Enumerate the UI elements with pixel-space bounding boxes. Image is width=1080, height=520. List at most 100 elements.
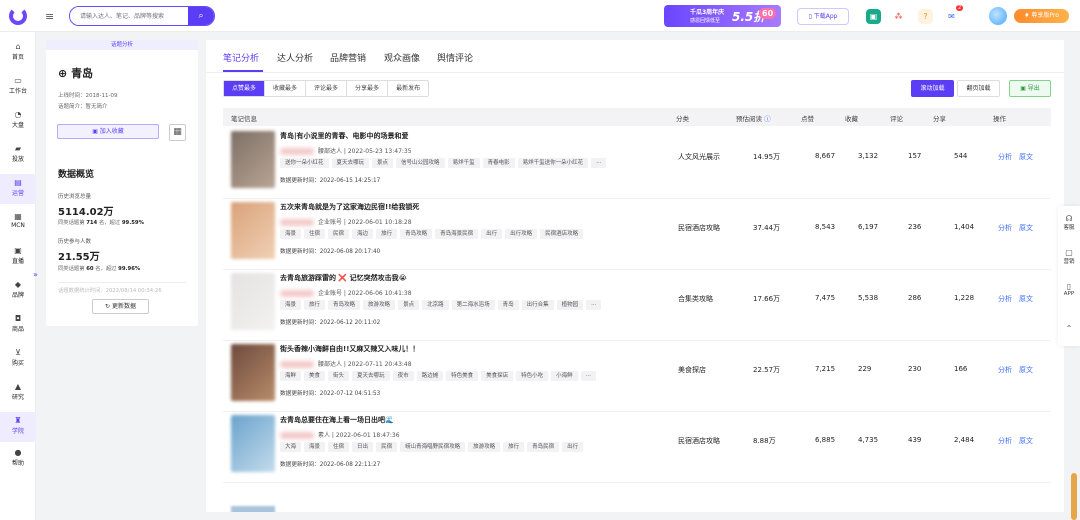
table-row[interactable]: 五次来青岛就是为了这家海边民宿!!给我锁死 企业账号 | 2022-06-01 … <box>223 199 1051 270</box>
note-tag[interactable]: 青岛民宿 <box>527 442 560 452</box>
note-tag[interactable]: 海景 <box>280 229 302 239</box>
note-tag[interactable]: 出行 <box>562 442 584 452</box>
back-to-top-button[interactable]: ⌃ <box>1058 324 1080 333</box>
note-thumbnail[interactable] <box>231 344 275 401</box>
update-data-button[interactable]: ↻ 更新数据 <box>92 299 149 314</box>
note-tag[interactable]: 小海鲜 <box>551 371 578 381</box>
help-icon[interactable]: ? <box>918 9 933 24</box>
tab-brand-marketing[interactable]: 品牌营销 <box>330 51 366 64</box>
apps-icon[interactable]: ⁂ <box>891 9 906 24</box>
note-title[interactable]: 青岛|有小说里的青春、电影中的场景和爱 <box>280 131 409 141</box>
sidebar-item-academy[interactable]: ♜ 学院 <box>0 412 36 442</box>
note-tag[interactable]: 送你一朵小红花 <box>280 158 329 168</box>
customer-service-button[interactable]: ☊ 客服 <box>1058 214 1080 231</box>
avatar[interactable] <box>989 7 1007 25</box>
tab-kol-analysis[interactable]: 达人分析 <box>277 51 313 64</box>
expand-sidebar-icon[interactable]: » <box>33 270 38 279</box>
scrollbar[interactable] <box>1071 473 1077 520</box>
note-tag[interactable]: 民宿 <box>376 442 398 452</box>
message-icon[interactable]: ✉ <box>944 9 959 24</box>
note-tag[interactable]: 信号山公园攻略 <box>396 158 445 168</box>
note-tag[interactable]: 景点 <box>372 158 394 168</box>
note-tag[interactable]: ··· <box>591 158 607 168</box>
note-tag[interactable]: 夜市 <box>392 371 414 381</box>
tab-comments[interactable]: 舆情评论 <box>437 51 473 64</box>
info-icon[interactable]: ⓘ <box>764 115 771 123</box>
analyze-link[interactable]: 分析 <box>998 223 1012 233</box>
sidebar-item-buy[interactable]: ⊻ 购买 <box>0 348 36 367</box>
table-row[interactable]: 街头香辣小海鲜自由!!又麻又辣又入味儿！！ 腰部达人 | 2022-07-11 … <box>223 341 1051 412</box>
note-tag[interactable]: 美食 <box>304 371 326 381</box>
sidebar-item-operation[interactable]: ▤ 运营 <box>0 174 36 204</box>
origin-link[interactable]: 原文 <box>1019 152 1033 162</box>
note-title[interactable]: 街头香辣小海鲜自由!!又麻又辣又入味儿！！ <box>280 344 419 354</box>
analyze-link[interactable]: 分析 <box>998 294 1012 304</box>
search-input[interactable] <box>70 7 188 25</box>
sidebar-item-launch[interactable]: ▰ 投放 <box>0 144 36 163</box>
tab-note-analysis[interactable]: 笔记分析 <box>223 51 259 64</box>
note-tag[interactable]: 崂山青海唱野民宿攻略 <box>400 442 466 452</box>
sidebar-item-help[interactable]: ● 帮助 <box>0 448 36 467</box>
sort-comments[interactable]: 评论最多 <box>306 81 348 96</box>
note-tag[interactable]: 旅行 <box>376 229 398 239</box>
note-tag[interactable]: 住宿 <box>304 229 326 239</box>
export-button[interactable]: ▣ 导出 <box>1009 80 1051 97</box>
note-tag[interactable]: 夏天去哪玩 <box>352 371 390 381</box>
sort-latest[interactable]: 最新发布 <box>388 81 428 96</box>
origin-link[interactable]: 原文 <box>1019 436 1033 446</box>
note-tag[interactable]: ··· <box>580 371 596 381</box>
note-tag[interactable]: 北京路 <box>422 300 449 310</box>
store-icon[interactable]: ▣ <box>866 9 881 24</box>
sidebar-item-mcn[interactable]: ▦ MCN <box>0 212 36 229</box>
origin-link[interactable]: 原文 <box>1019 223 1033 233</box>
analyze-link[interactable]: 分析 <box>998 436 1012 446</box>
vip-button[interactable]: ♦ 尊享版Pro <box>1014 9 1069 23</box>
sidebar-item-brand[interactable]: ◆ 品牌 <box>0 280 36 299</box>
note-tag[interactable]: 易烊千玺 <box>447 158 480 168</box>
note-tag[interactable]: 旅行 <box>304 300 326 310</box>
note-tag[interactable]: 路边摊 <box>416 371 444 381</box>
note-tag[interactable]: 日出 <box>352 442 374 452</box>
add-favorite-button[interactable]: ▣ 加入收藏 <box>57 124 159 139</box>
note-tag[interactable]: 出行攻略 <box>505 229 538 239</box>
table-row[interactable]: 青岛|有小说里的青春、电影中的场景和爱 腰部达人 | 2022-05-23 13… <box>223 128 1051 199</box>
qrcode-icon[interactable]: ▦ <box>169 124 186 141</box>
app-button[interactable]: ▯ APP <box>1058 282 1080 297</box>
scroll-load-button[interactable]: 滚动加载 <box>911 80 954 97</box>
download-app-button[interactable]: ▯ 下载App <box>797 8 849 25</box>
note-tag[interactable]: 街头 <box>328 371 350 381</box>
note-tag[interactable]: ··· <box>586 300 602 310</box>
note-tag[interactable]: 出行合集 <box>521 300 554 310</box>
note-tag[interactable]: 青岛攻略 <box>328 300 361 310</box>
note-tag[interactable]: 大海 <box>280 442 302 452</box>
note-tag[interactable]: 易烊千玺送你一朵小红花 <box>517 158 589 168</box>
note-tag[interactable]: 民宿酒店攻略 <box>540 229 584 239</box>
sidebar-item-market[interactable]: ◔ 大盘 <box>0 110 36 129</box>
note-title[interactable]: 五次来青岛就是为了这家海边民宿!!给我锁死 <box>280 202 419 212</box>
table-row[interactable]: 去青岛总要住在海上看一场日出吧🌊 素人 | 2022-06-01 18:47:3… <box>223 412 1051 483</box>
sidebar-item-workbench[interactable]: ▭ 工作台 <box>0 76 36 95</box>
menu-icon[interactable]: ≡ <box>45 10 54 23</box>
note-tag[interactable]: 住宿 <box>328 442 350 452</box>
note-tag[interactable]: 美食探店 <box>481 371 514 381</box>
sort-shares[interactable]: 分享最多 <box>347 81 389 96</box>
note-thumbnail[interactable] <box>231 273 275 330</box>
analyze-link[interactable]: 分析 <box>998 152 1012 162</box>
note-tag[interactable]: 景点 <box>398 300 420 310</box>
search-icon[interactable]: ⌕ <box>188 7 214 25</box>
note-tag[interactable]: 海景 <box>280 300 302 310</box>
analyze-link[interactable]: 分析 <box>998 365 1012 375</box>
note-thumbnail[interactable] <box>231 131 275 188</box>
note-tag[interactable]: 旅行 <box>503 442 525 452</box>
table-row[interactable]: 去青岛旅游踩雷的 ❌ 记忆突然攻击我😭 企业账号 | 2022-06-06 10… <box>223 270 1051 341</box>
sidebar-item-live[interactable]: ▣ 直播 <box>0 246 36 265</box>
note-thumbnail[interactable] <box>231 415 275 472</box>
sidebar-item-goods[interactable]: ◘ 商品 <box>0 314 36 333</box>
note-tag[interactable]: 特色美食 <box>446 371 479 381</box>
origin-link[interactable]: 原文 <box>1019 365 1033 375</box>
marketing-button[interactable]: ▢ 营销 <box>1058 248 1080 265</box>
note-tag[interactable]: 第二海水浴场 <box>451 300 495 310</box>
note-tag[interactable]: 海边 <box>352 229 374 239</box>
anniversary-banner[interactable]: 千瓜3周年庆 感恩回馈低至 5.5折 60 <box>664 5 781 27</box>
note-title[interactable]: 去青岛旅游踩雷的 ❌ 记忆突然攻击我😭 <box>280 273 407 283</box>
